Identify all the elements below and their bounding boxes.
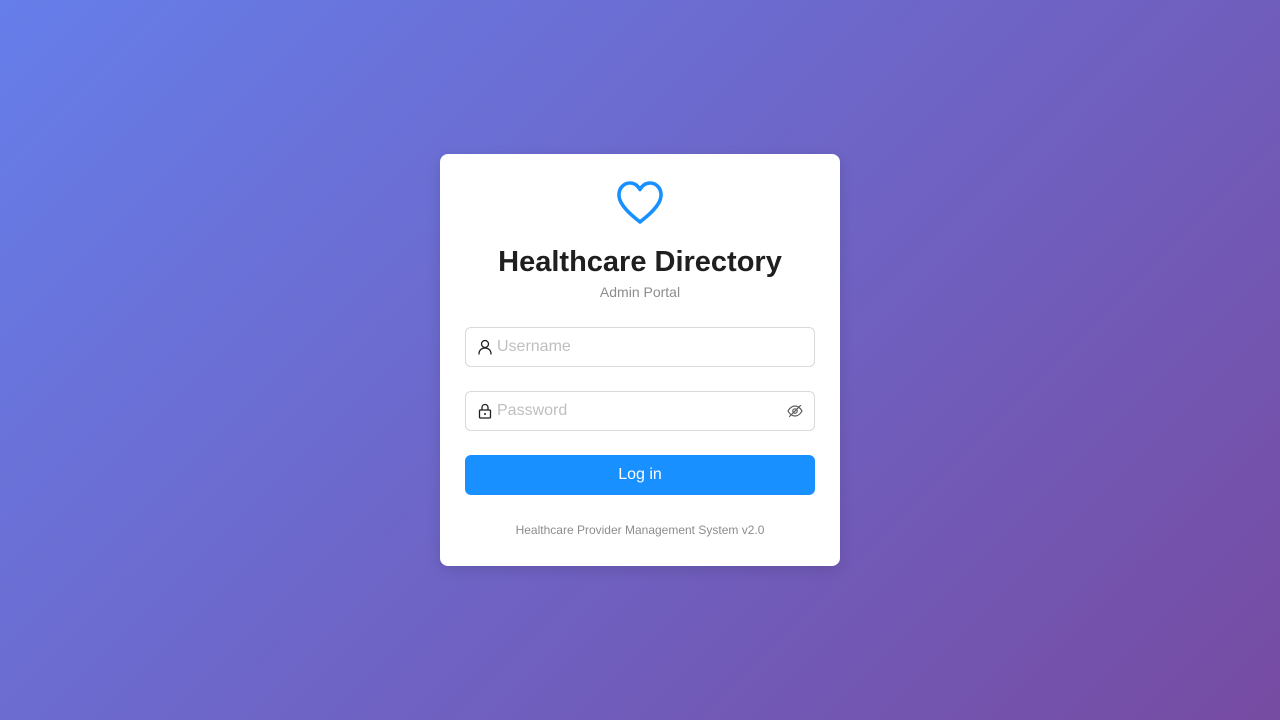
username-field[interactable] bbox=[465, 327, 815, 367]
login-card: Healthcare Directory Admin Portal Log in… bbox=[440, 154, 840, 566]
page-title: Healthcare Directory bbox=[498, 246, 782, 278]
login-button[interactable]: Log in bbox=[465, 455, 815, 495]
heart-icon bbox=[617, 181, 663, 224]
user-icon bbox=[478, 339, 492, 355]
username-input[interactable] bbox=[497, 328, 777, 366]
lock-icon bbox=[478, 403, 492, 419]
eye-invisible-icon[interactable] bbox=[787, 403, 803, 419]
password-input[interactable] bbox=[497, 392, 777, 430]
password-field[interactable] bbox=[465, 391, 815, 431]
footer-text: Healthcare Provider Management System v2… bbox=[515, 523, 765, 537]
page-subtitle: Admin Portal bbox=[599, 284, 681, 300]
